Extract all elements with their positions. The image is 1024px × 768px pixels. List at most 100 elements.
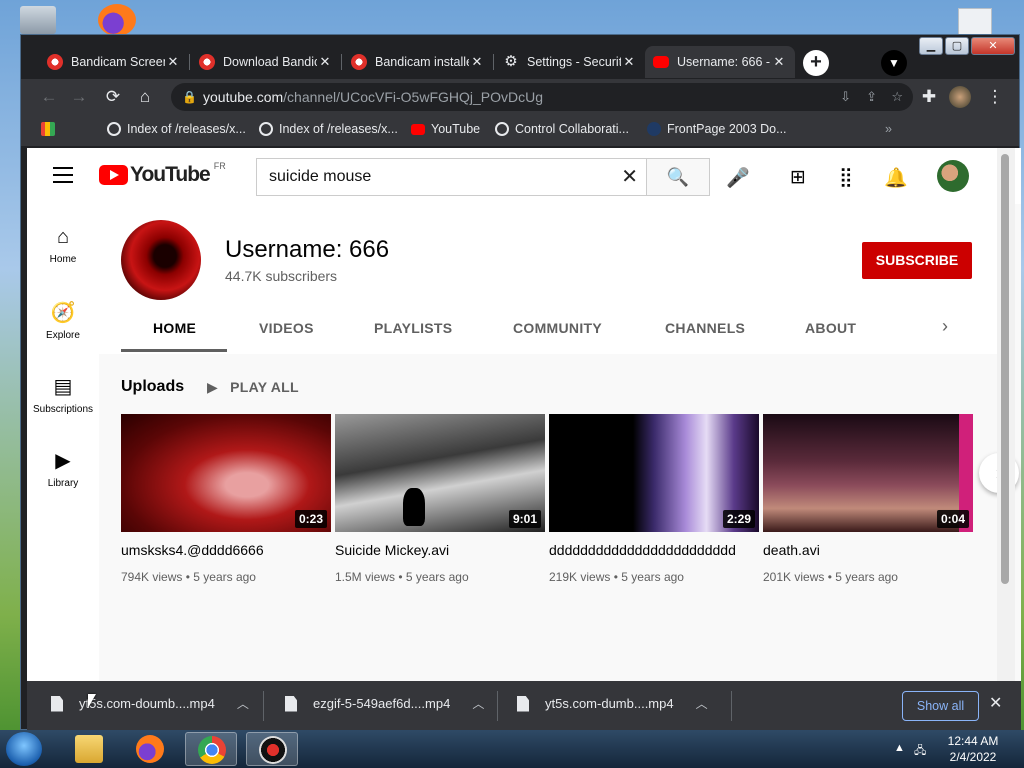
close-tab-icon[interactable]: ✕	[165, 54, 181, 70]
chevron-up-icon[interactable]: ︿	[696, 695, 708, 712]
page-scrollbar[interactable]	[997, 148, 1015, 681]
apps-icon[interactable]	[41, 122, 61, 136]
video-title[interactable]: dddddddddddddddddddddddd	[549, 542, 759, 558]
video-thumbnail[interactable]: 0:04	[763, 414, 973, 532]
globe-icon	[259, 122, 273, 136]
bookmark-item[interactable]: Index of /releases/x...	[259, 122, 398, 136]
chevron-down-icon: ▼	[888, 56, 900, 70]
start-button[interactable]	[6, 732, 42, 766]
tab-videos[interactable]: VIDEOS	[259, 320, 314, 336]
guide-item-explore[interactable]: 🧭 Explore	[27, 300, 99, 341]
video-card[interactable]: 0:23 umsksks4.@dddd6666 794K views • 5 y…	[121, 414, 331, 584]
video-thumbnail[interactable]: 2:29	[549, 414, 759, 532]
microphone-icon[interactable]: 🎤	[726, 166, 750, 190]
bookmark-star-icon[interactable]: ☆	[891, 83, 903, 111]
maximize-button[interactable]: ▢	[945, 37, 969, 55]
tab-search-button[interactable]: ▼	[881, 50, 907, 76]
notifications-bell-icon[interactable]: 🔔	[884, 166, 908, 190]
address-bar[interactable]: 🔒 youtube.com/channel/UCocVFi-O5wFGHQj_PO…	[171, 83, 913, 111]
extensions-icon[interactable]: ✚	[917, 85, 941, 109]
video-thumbnail[interactable]: 0:23	[121, 414, 331, 532]
chevron-up-icon[interactable]: ︿	[472, 695, 484, 712]
channel-avatar[interactable]	[121, 220, 201, 300]
reload-button[interactable]: ⟳	[101, 85, 125, 109]
bookmarks-overflow-button[interactable]: »	[885, 122, 892, 136]
tab-about[interactable]: ABOUT	[805, 320, 856, 336]
tab-settings-security[interactable]: ⚙ Settings - Security ✕	[495, 46, 645, 78]
close-tab-icon[interactable]: ✕	[621, 54, 637, 70]
share-icon[interactable]: ⇪	[866, 83, 877, 111]
home-button[interactable]: ⌂	[133, 85, 157, 109]
taskbar-chrome[interactable]	[185, 732, 237, 766]
close-window-button[interactable]: ✕	[971, 37, 1015, 55]
video-title[interactable]: umsksks4.@dddd6666	[121, 542, 331, 558]
tab-download-bandicam[interactable]: Download Bandicam ✕	[191, 46, 341, 78]
download-item[interactable]: yt5s.com-doumb....mp4 ︿	[51, 695, 249, 712]
network-icon[interactable]: 🖧	[914, 742, 926, 761]
close-tab-icon[interactable]: ✕	[771, 54, 787, 70]
taskbar-firefox[interactable]	[124, 732, 176, 766]
install-icon[interactable]: ⇩	[840, 83, 851, 111]
tabs-scroll-right-icon[interactable]: ›	[942, 316, 948, 337]
taskbar-bandicam[interactable]	[246, 732, 298, 766]
video-card[interactable]: 2:29 dddddddddddddddddddddddd 219K views…	[549, 414, 759, 584]
forward-button[interactable]: →	[67, 85, 91, 109]
download-item[interactable]: yt5s.com-dumb....mp4 ︿	[517, 695, 708, 712]
tab-bandicam-installed[interactable]: Bandicam installed ✕	[343, 46, 493, 78]
close-downloads-icon[interactable]: ✕	[989, 693, 1002, 713]
guide-item-home[interactable]: ⌂ Home	[27, 226, 99, 265]
search-button[interactable]: 🔍	[646, 158, 710, 196]
tab-home[interactable]: HOME	[153, 320, 196, 336]
clear-search-icon[interactable]: ✕	[621, 159, 638, 195]
minimize-button[interactable]: ▁	[919, 37, 943, 55]
youtube-logo[interactable]: YouTube FR	[99, 161, 226, 187]
view-count: 794K views	[121, 570, 183, 584]
bookmark-label: Index of /releases/x...	[127, 122, 246, 136]
desktop-firefox-icon[interactable]	[98, 4, 136, 36]
video-title[interactable]: death.avi	[763, 542, 973, 558]
guide-label: Home	[49, 254, 77, 265]
new-tab-button[interactable]: +	[803, 50, 829, 76]
hamburger-menu-icon[interactable]	[53, 167, 73, 188]
upload-age: 5 years ago	[621, 570, 684, 584]
bookmark-item[interactable]: FrontPage 2003 Do...	[647, 122, 787, 136]
back-button[interactable]: ←	[37, 85, 61, 109]
desktop-recycle-bin-icon[interactable]	[20, 6, 56, 34]
show-hidden-icons-arrow[interactable]: ▲	[894, 742, 905, 754]
bookmark-item[interactable]: Index of /releases/x...	[107, 122, 246, 136]
guide-item-subscriptions[interactable]: ▤ Subscriptions	[27, 374, 99, 415]
guide-item-library[interactable]: ▶ Library	[27, 448, 99, 489]
tab-bandicam-screen-recorder[interactable]: Bandicam Screen Recorder ✕	[39, 46, 189, 78]
close-tab-icon[interactable]: ✕	[469, 54, 485, 70]
bookmark-item[interactable]: YouTube	[411, 122, 480, 136]
close-tab-icon[interactable]: ✕	[317, 54, 333, 70]
play-all-button[interactable]: ▶ PLAY ALL	[207, 379, 299, 396]
video-title[interactable]: Suicide Mickey.avi	[335, 542, 545, 558]
profile-avatar[interactable]	[949, 86, 971, 108]
tab-community[interactable]: COMMUNITY	[513, 320, 602, 336]
download-item[interactable]: ezgif-5-549aef6d....mp4 ︿	[285, 695, 484, 712]
tab-channels[interactable]: CHANNELS	[665, 320, 745, 336]
search-input[interactable]: suicide mouse ✕	[256, 158, 647, 196]
guide-label: Library	[47, 478, 79, 489]
menu-icon[interactable]: ⋮	[983, 85, 1007, 109]
scrollbar-thumb[interactable]	[1001, 154, 1009, 584]
apps-grid-icon[interactable]: ⣿	[835, 166, 857, 189]
show-all-downloads-button[interactable]: Show all	[902, 691, 979, 721]
video-thumbnail[interactable]: 9:01	[335, 414, 545, 532]
bookmark-item[interactable]: Control Collaborati...	[495, 122, 629, 136]
section-title: Uploads	[121, 378, 185, 395]
taskbar-clock[interactable]: 12:44 AM 2/4/2022	[940, 733, 1006, 765]
desktop-document-icon[interactable]	[958, 8, 992, 36]
tab-playlists[interactable]: PLAYLISTS	[374, 320, 452, 336]
tab-youtube-channel[interactable]: Username: 666 - YouTube ✕	[645, 46, 795, 78]
taskbar-explorer[interactable]	[63, 732, 115, 766]
chrome-icon	[198, 736, 226, 764]
create-video-icon[interactable]: ⊞	[787, 166, 809, 189]
tab-separator	[341, 54, 342, 70]
account-avatar[interactable]	[937, 160, 969, 192]
subscribe-button[interactable]: SUBSCRIBE	[862, 242, 972, 279]
chevron-up-icon[interactable]: ︿	[237, 695, 249, 712]
video-card[interactable]: 9:01 Suicide Mickey.avi 1.5M views • 5 y…	[335, 414, 545, 584]
video-card[interactable]: 0:04 death.avi 201K views • 5 years ago	[763, 414, 973, 584]
